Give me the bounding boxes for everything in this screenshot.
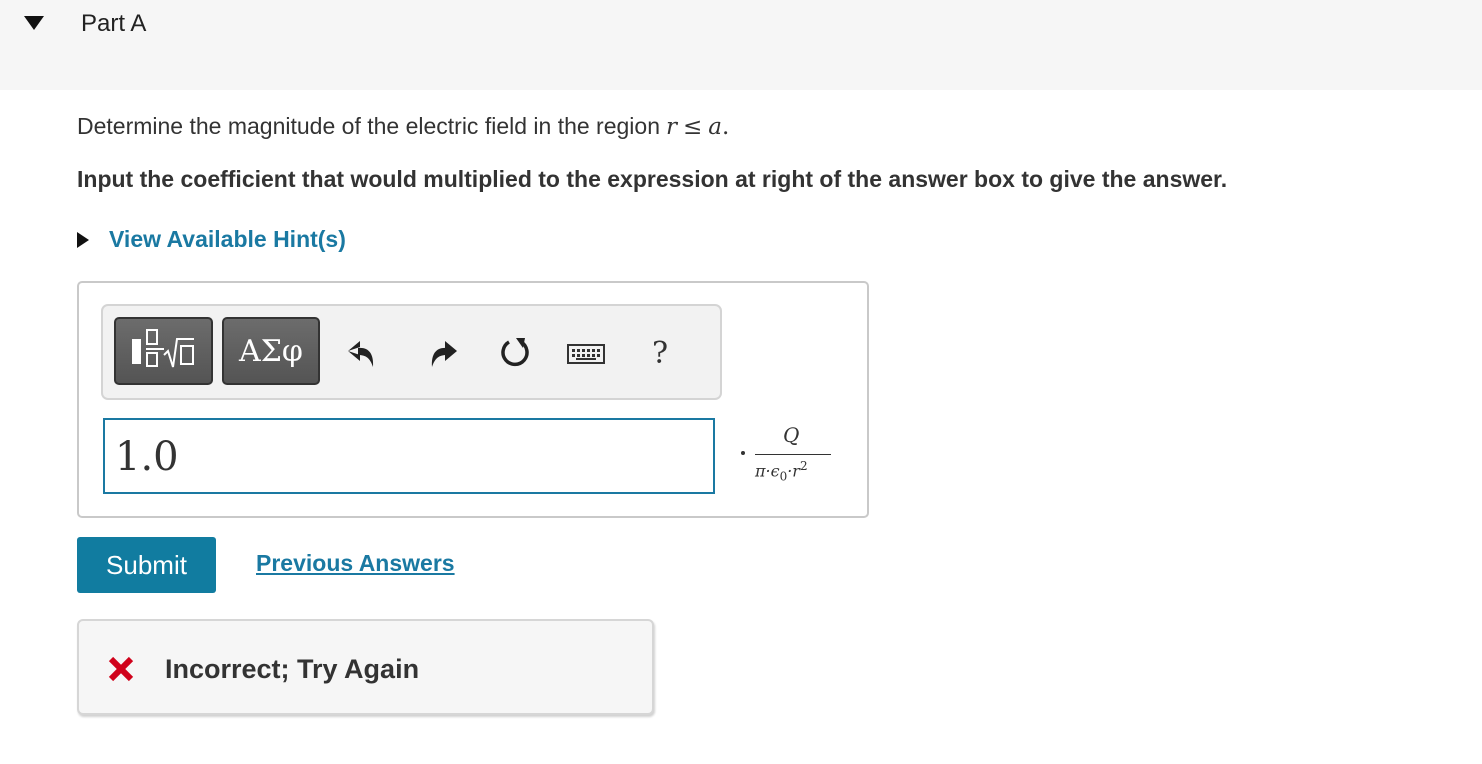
reset-button[interactable]: [498, 334, 534, 370]
greek-symbols-button[interactable]: ΑΣφ: [222, 317, 320, 385]
incorrect-x-icon: [108, 656, 134, 682]
hint-label: View Available Hint(s): [109, 226, 346, 252]
expression-numerator: Q: [783, 423, 800, 447]
submit-button[interactable]: Submit: [77, 537, 216, 593]
part-header: Part A: [0, 0, 1482, 90]
answer-input[interactable]: 1.0: [103, 418, 715, 494]
multiply-dot: [741, 451, 745, 455]
view-hints-link[interactable]: View Available Hint(s): [77, 226, 346, 253]
question-text: Determine the magnitude of the electric …: [77, 113, 729, 140]
undo-icon: [348, 341, 374, 367]
redo-icon: [431, 341, 457, 367]
previous-answers-link[interactable]: Previous Answers: [256, 550, 455, 577]
feedback-box: Incorrect; Try Again: [77, 619, 654, 715]
part-title: Part A: [81, 10, 147, 37]
answer-box: ΑΣφ ? 1.0 Q π·ϵ0·r2: [77, 281, 869, 518]
undo-button[interactable]: [345, 336, 379, 370]
templates-button[interactable]: [114, 317, 213, 385]
keyboard-button[interactable]: [567, 342, 605, 366]
templates-icon: [132, 329, 194, 368]
collapse-triangle-icon[interactable]: [24, 16, 44, 30]
keyboard-icon: [567, 344, 605, 364]
feedback-message: Incorrect; Try Again: [165, 654, 420, 684]
caret-right-icon: [77, 231, 89, 248]
expression-multiplier: Q π·ϵ0·r2: [741, 421, 841, 491]
instruction-text: Input the coefficient that would multipl…: [77, 166, 1228, 192]
help-button[interactable]: ?: [645, 334, 675, 372]
redo-button[interactable]: [426, 336, 460, 370]
reset-icon: [501, 338, 529, 367]
math-toolbar: ΑΣφ ?: [101, 304, 722, 400]
question-label: Determine the magnitude of the electric …: [77, 113, 660, 139]
answer-value: 1.0: [115, 434, 179, 480]
region-math: r ≤ a.: [666, 114, 730, 140]
fraction-bar: [755, 454, 831, 455]
expression-denominator: π·ϵ0·r2: [755, 459, 808, 484]
